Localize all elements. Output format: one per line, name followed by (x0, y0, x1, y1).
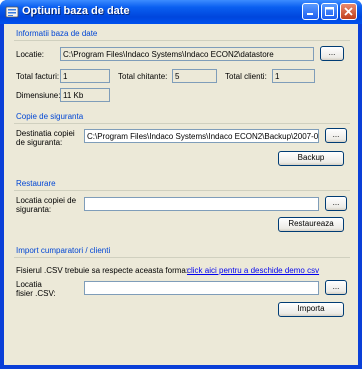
location-label: Locatie: (16, 50, 45, 59)
import-file-label-line1: Locatia (16, 280, 42, 289)
backup-button[interactable]: Backup (278, 151, 344, 166)
minimize-icon (307, 13, 313, 15)
restore-location-label-line1: Locatia copiei de (16, 196, 77, 205)
total-receipts-label: Total chitante: (118, 72, 168, 81)
app-window: Optiuni baza de date Informatii baza de … (0, 0, 362, 369)
restore-browse-button[interactable]: ... (325, 196, 347, 211)
location-field[interactable]: C:\Program Files\Indaco Systems\Indaco E… (60, 47, 314, 61)
title-bar[interactable]: Optiuni baza de date (0, 0, 362, 24)
total-clients-field[interactable]: 1 (272, 69, 315, 83)
import-file-field[interactable] (84, 281, 319, 295)
backup-group-label: Copie de siguranta (16, 112, 84, 121)
restore-button[interactable]: Restaureaza (278, 217, 344, 232)
backup-destination-field[interactable]: C:\Program Files\Indaco Systems\Indaco E… (84, 129, 319, 143)
info-group-divider (14, 40, 350, 41)
backup-destination-label-line1: Destinatia copiei (16, 129, 75, 138)
total-invoices-field[interactable]: 1 (60, 69, 110, 83)
size-field[interactable]: 11 Kb (60, 88, 110, 102)
maximize-button[interactable] (321, 3, 338, 20)
backup-browse-button[interactable]: ... (325, 128, 347, 143)
window-title: Optiuni baza de date (22, 5, 130, 17)
import-browse-button[interactable]: ... (325, 280, 347, 295)
import-group-divider (14, 257, 350, 258)
total-receipts-field[interactable]: 5 (172, 69, 217, 83)
size-label: Dimensiune: (16, 91, 61, 100)
import-button[interactable]: Importa (278, 302, 344, 317)
close-button[interactable] (340, 3, 357, 20)
minimize-button[interactable] (302, 3, 319, 20)
total-invoices-label: Total facturi: (16, 72, 60, 81)
demo-csv-link[interactable]: click aici pentru a deschide demo csv (187, 266, 319, 275)
close-icon (344, 7, 353, 16)
import-format-text: Fisierul .CSV trebuie sa respecte aceast… (16, 266, 189, 275)
restore-location-field[interactable] (84, 197, 319, 211)
maximize-icon (325, 7, 334, 16)
dialog-body: Informatii baza de date Locatie: C:\Prog… (4, 24, 358, 365)
info-group-label: Informatii baza de date (16, 29, 98, 38)
restore-location-label-line2: siguranta: (16, 205, 52, 214)
backup-destination-label-line2: de siguranta: (16, 138, 63, 147)
location-browse-button[interactable]: ... (320, 46, 344, 61)
backup-group-divider (14, 123, 350, 124)
restore-group-label: Restaurare (16, 179, 56, 188)
restore-group-divider (14, 190, 350, 191)
database-icon (5, 6, 19, 18)
import-group-label: Import cumparatori / clienti (16, 246, 111, 255)
import-file-label-line2: fisier .CSV: (16, 289, 56, 298)
total-clients-label: Total clienti: (225, 72, 267, 81)
